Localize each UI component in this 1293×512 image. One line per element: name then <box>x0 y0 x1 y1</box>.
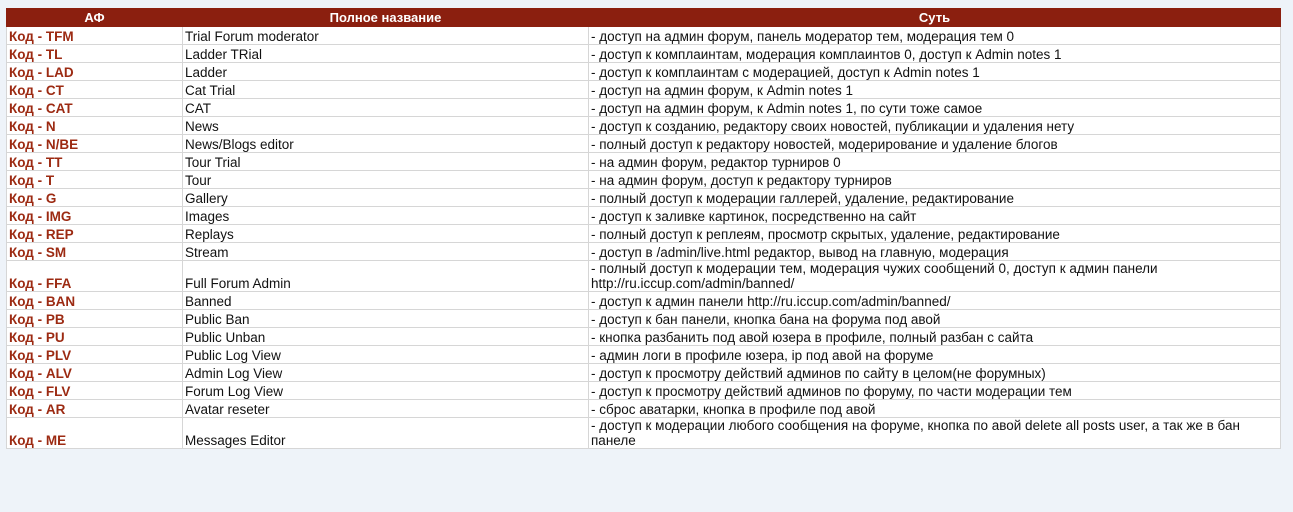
cell-code[interactable]: Код - ALV <box>6 363 183 382</box>
cell-description[interactable]: - доступ к админ панели http://ru.iccup.… <box>588 291 1281 310</box>
cell-full-name[interactable]: Messages Editor <box>182 417 589 449</box>
cell-full-name[interactable]: Replays <box>182 224 589 243</box>
cell-code[interactable]: Код - LAD <box>6 62 183 81</box>
cell-description[interactable]: - доступ на админ форум, к Admin notes 1 <box>588 80 1281 99</box>
cell-full-name[interactable]: Images <box>182 206 589 225</box>
table-row: Код - TL Ladder TRial - доступ к комплаинт… <box>6 44 1281 63</box>
cell-code[interactable]: Код - SM <box>6 242 183 261</box>
table-row: Код - TFM Trial Forum moderator - доступ н… <box>6 26 1281 45</box>
header-af[interactable]: АФ <box>6 8 183 27</box>
cell-full-name[interactable]: Gallery <box>182 188 589 207</box>
table-row: Код - N/BE News/Blogs editor - полный дост… <box>6 134 1281 153</box>
cell-full-name[interactable]: Admin Log View <box>182 363 589 382</box>
cell-description[interactable]: - доступ в /admin/live.html редактор, вы… <box>588 242 1281 261</box>
cell-full-name[interactable]: Stream <box>182 242 589 261</box>
cell-description[interactable]: - доступ к просмотру действий админов по… <box>588 381 1281 400</box>
cell-code[interactable]: Код - AR <box>6 399 183 418</box>
cell-description[interactable]: - доступ к просмотру действий админов по… <box>588 363 1281 382</box>
table-row: Код - TT Tour Trial - на админ форум, реда… <box>6 152 1281 171</box>
cell-full-name[interactable]: Ladder TRial <box>182 44 589 63</box>
cell-description[interactable]: - полный доступ к редактору новостей, мо… <box>588 134 1281 153</box>
cell-description[interactable]: - доступ к бан панели, кнопка бана на фо… <box>588 309 1281 328</box>
permissions-table: АФ Полное название Суть Код - TFM Trial F… <box>6 8 1281 449</box>
cell-full-name[interactable]: Full Forum Admin <box>182 260 589 292</box>
cell-full-name[interactable]: News/Blogs editor <box>182 134 589 153</box>
table-row: Код - N News - доступ к созданию, редактор… <box>6 116 1281 135</box>
cell-description[interactable]: - админ логи в профиле юзера, ip под аво… <box>588 345 1281 364</box>
table-header-row: АФ Полное название Суть <box>6 8 1281 27</box>
cell-full-name[interactable]: Public Unban <box>182 327 589 346</box>
cell-description[interactable]: - на админ форум, доступ к редактору тур… <box>588 170 1281 189</box>
table-row: Код - ME Messages Editor - доступ к модера… <box>6 417 1281 449</box>
cell-full-name[interactable]: Ladder <box>182 62 589 81</box>
table-row: Код - AR Avatar reseter - сброс аватарки, … <box>6 399 1281 418</box>
cell-description[interactable]: - на админ форум, редактор турниров 0 <box>588 152 1281 171</box>
table-row: Код - CAT CAT - доступ на админ форум, к A… <box>6 98 1281 117</box>
header-essence[interactable]: Суть <box>588 8 1281 27</box>
table-row: Код - REP Replays - полный доступ к реплея… <box>6 224 1281 243</box>
table-row: Код - SM Stream - доступ в /admin/live.htm… <box>6 242 1281 261</box>
table-row: Код - PU Public Unban - кнопка разбанить п… <box>6 327 1281 346</box>
cell-description[interactable]: - полный доступ к модерации тем, модерац… <box>588 260 1281 292</box>
cell-code[interactable]: Код - G <box>6 188 183 207</box>
cell-code[interactable]: Код - IMG <box>6 206 183 225</box>
cell-description[interactable]: - доступ к заливке картинок, посредствен… <box>588 206 1281 225</box>
cell-code[interactable]: Код - N/BE <box>6 134 183 153</box>
cell-code[interactable]: Код - T <box>6 170 183 189</box>
cell-code[interactable]: Код - PLV <box>6 345 183 364</box>
cell-full-name[interactable]: Cat Trial <box>182 80 589 99</box>
cell-full-name[interactable]: Forum Log View <box>182 381 589 400</box>
cell-description[interactable]: - полный доступ к реплеям, просмотр скры… <box>588 224 1281 243</box>
cell-description[interactable]: - доступ к комплаинтам, модерация компла… <box>588 44 1281 63</box>
table-body: Код - TFM Trial Forum moderator - доступ н… <box>6 26 1281 449</box>
cell-code[interactable]: Код - TT <box>6 152 183 171</box>
table-row: Код - BAN Banned - доступ к админ панели h… <box>6 291 1281 310</box>
cell-code[interactable]: Код - FLV <box>6 381 183 400</box>
cell-full-name[interactable]: Trial Forum moderator <box>182 26 589 45</box>
table-row: Код - PB Public Ban - доступ к бан панели,… <box>6 309 1281 328</box>
table-row: Код - G Gallery - полный доступ к модераци… <box>6 188 1281 207</box>
spreadsheet-view: АФ Полное название Суть Код - TFM Trial F… <box>6 8 1281 449</box>
cell-full-name[interactable]: Public Log View <box>182 345 589 364</box>
cell-description[interactable]: - доступ на админ форум, к Admin notes 1… <box>588 98 1281 117</box>
cell-code[interactable]: Код - PU <box>6 327 183 346</box>
cell-description[interactable]: - доступ к комплаинтам с модерацией, дос… <box>588 62 1281 81</box>
table-row: Код - FFA Full Forum Admin - полный доступ… <box>6 260 1281 292</box>
cell-code[interactable]: Код - REP <box>6 224 183 243</box>
table-row: Код - T Tour - на админ форум, доступ к ре… <box>6 170 1281 189</box>
cell-code[interactable]: Код - BAN <box>6 291 183 310</box>
cell-full-name[interactable]: Public Ban <box>182 309 589 328</box>
cell-description[interactable]: - сброс аватарки, кнопка в профиле под а… <box>588 399 1281 418</box>
cell-description[interactable]: - полный доступ к модерации галлерей, уд… <box>588 188 1281 207</box>
cell-code[interactable]: Код - N <box>6 116 183 135</box>
cell-description[interactable]: - доступ к созданию, редактору своих нов… <box>588 116 1281 135</box>
cell-full-name[interactable]: Tour <box>182 170 589 189</box>
cell-full-name[interactable]: Avatar reseter <box>182 399 589 418</box>
cell-code[interactable]: Код - CT <box>6 80 183 99</box>
cell-description[interactable]: - доступ на админ форум, панель модерато… <box>588 26 1281 45</box>
table-row: Код - CT Cat Trial - доступ на админ форум… <box>6 80 1281 99</box>
table-row: Код - LAD Ladder - доступ к комплаинтам с … <box>6 62 1281 81</box>
cell-full-name[interactable]: Tour Trial <box>182 152 589 171</box>
table-row: Код - IMG Images - доступ к заливке картин… <box>6 206 1281 225</box>
cell-code[interactable]: Код - PB <box>6 309 183 328</box>
cell-code[interactable]: Код - TL <box>6 44 183 63</box>
cell-description[interactable]: - доступ к модерации любого сообщения на… <box>588 417 1281 449</box>
cell-description[interactable]: - кнопка разбанить под авой юзера в проф… <box>588 327 1281 346</box>
cell-full-name[interactable]: News <box>182 116 589 135</box>
cell-code[interactable]: Код - ME <box>6 417 183 449</box>
cell-code[interactable]: Код - TFM <box>6 26 183 45</box>
cell-full-name[interactable]: CAT <box>182 98 589 117</box>
header-full-name[interactable]: Полное название <box>182 8 589 27</box>
table-row: Код - PLV Public Log View - админ логи в п… <box>6 345 1281 364</box>
cell-code[interactable]: Код - CAT <box>6 98 183 117</box>
cell-full-name[interactable]: Banned <box>182 291 589 310</box>
table-row: Код - FLV Forum Log View - доступ к просмо… <box>6 381 1281 400</box>
cell-code[interactable]: Код - FFA <box>6 260 183 292</box>
table-row: Код - ALV Admin Log View - доступ к просмо… <box>6 363 1281 382</box>
